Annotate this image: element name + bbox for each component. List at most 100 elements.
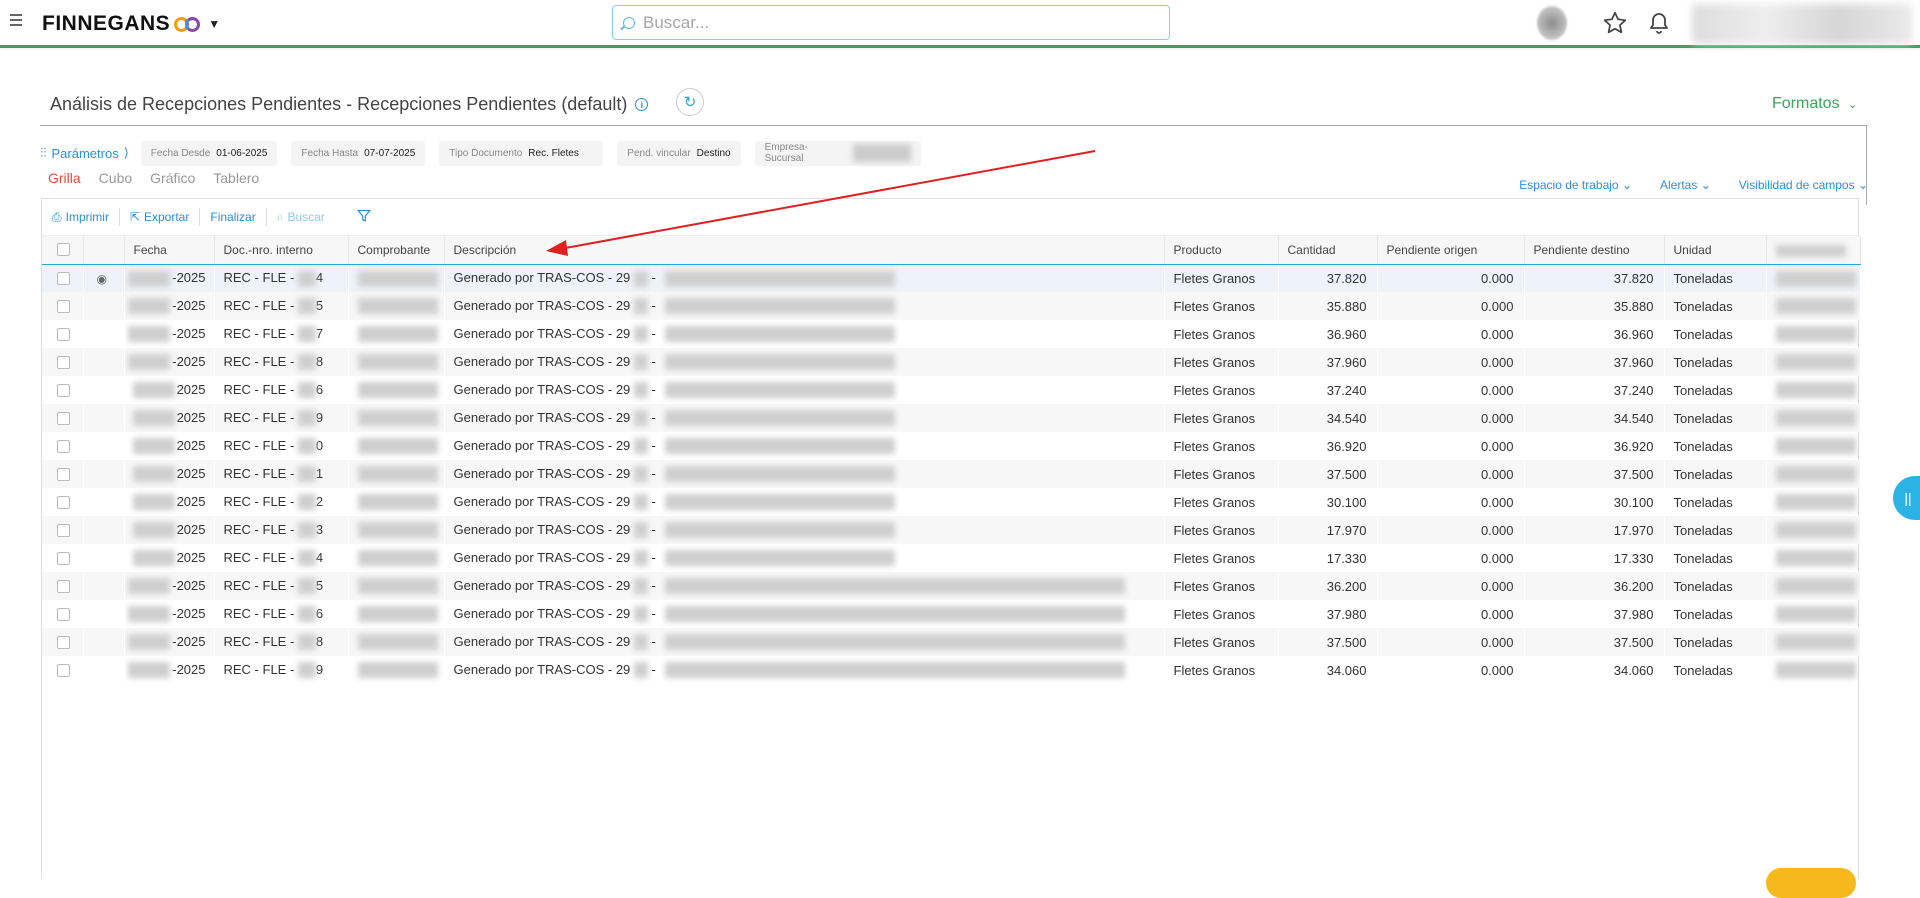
row-view-cell[interactable]	[83, 516, 124, 544]
column-header[interactable]: Unidad	[1664, 236, 1767, 265]
row-view-cell[interactable]	[83, 656, 124, 684]
alerts-link[interactable]: Alertas ⌄	[1646, 178, 1711, 192]
row-select-cell[interactable]	[42, 264, 83, 292]
global-search[interactable]	[612, 5, 1170, 40]
row-view-cell[interactable]	[83, 320, 124, 348]
refresh-icon[interactable]: ↻	[676, 88, 704, 116]
table-row[interactable]: -2025 REC - FLE - 6 Generado por TRAS-COS …	[42, 600, 1860, 628]
column-header[interactable]: Descripción	[444, 236, 1165, 265]
column-header[interactable]: Fecha	[124, 236, 215, 265]
row-select-cell[interactable]	[42, 404, 83, 432]
row-select-cell[interactable]	[42, 320, 83, 348]
row-select-cell[interactable]	[42, 488, 83, 516]
row-select-cell[interactable]	[42, 544, 83, 572]
row-view-cell[interactable]	[83, 460, 124, 488]
param-tipo-documento[interactable]: Tipo Documento Rec. Fletes	[439, 140, 604, 166]
row-select-cell[interactable]	[42, 572, 83, 600]
app-logo[interactable]: FINNEGANS ▼	[42, 12, 221, 36]
info-icon[interactable]: i	[635, 98, 649, 111]
row-checkbox[interactable]	[57, 271, 70, 285]
table-row[interactable]: 2025 REC - FLE - 6 Generado por TRAS-COS -…	[42, 376, 1860, 404]
export-button[interactable]: ⇱ Exportar	[120, 208, 201, 226]
row-checkbox[interactable]	[57, 607, 70, 621]
row-checkbox[interactable]	[57, 355, 70, 369]
column-header[interactable]: Comprobante	[348, 236, 445, 265]
row-select-cell[interactable]	[42, 348, 83, 376]
table-row[interactable]: 2025 REC - FLE - 1 Generado por TRAS-COS -…	[42, 460, 1860, 488]
column-header[interactable]: Pendiente origen	[1377, 236, 1525, 265]
user-menu[interactable]	[1692, 4, 1912, 44]
row-select-cell[interactable]	[42, 600, 83, 628]
grid-search-button[interactable]: ⌕ Buscar	[267, 208, 335, 226]
filter-icon[interactable]	[357, 209, 371, 226]
table-row[interactable]: 2025 REC - FLE - 3 Generado por TRAS-COS -…	[42, 516, 1860, 544]
side-panel-handle[interactable]: ||	[1893, 476, 1920, 520]
row-checkbox[interactable]	[57, 439, 70, 453]
column-header[interactable]: Doc.-nro. interno	[214, 236, 349, 265]
row-select-cell[interactable]	[42, 628, 83, 656]
row-view-cell[interactable]	[83, 572, 124, 600]
column-header[interactable]: Producto	[1164, 236, 1279, 265]
row-checkbox[interactable]	[57, 411, 70, 425]
row-view-cell[interactable]	[83, 600, 124, 628]
row-select-cell[interactable]	[42, 460, 83, 488]
formats-dropdown[interactable]: Formatos ⌄	[1772, 95, 1857, 113]
eye-icon[interactable]: ◉	[97, 272, 107, 286]
table-row[interactable]: 2025 REC - FLE - 4 Generado por TRAS-COS -…	[42, 544, 1860, 572]
row-checkbox[interactable]	[57, 663, 70, 677]
row-select-cell[interactable]	[42, 376, 83, 404]
parameters-toggle[interactable]: ⫶⫶ Parámetros ⟩	[40, 145, 129, 161]
row-checkbox[interactable]	[57, 635, 70, 649]
bell-icon[interactable]	[1644, 8, 1674, 38]
row-checkbox[interactable]	[57, 383, 70, 397]
row-view-cell[interactable]	[83, 628, 124, 656]
row-view-cell[interactable]	[83, 488, 124, 516]
row-view-cell[interactable]	[83, 544, 124, 572]
chevron-down-icon[interactable]: ▼	[208, 17, 220, 31]
row-select-cell[interactable]	[42, 292, 83, 320]
tab-grafico[interactable]: Gráfico	[150, 170, 195, 186]
field-visibility-link[interactable]: Visibilidad de campos ⌄	[1725, 178, 1868, 192]
workspace-link[interactable]: Espacio de trabajo ⌄	[1505, 178, 1632, 192]
row-view-cell[interactable]	[83, 348, 124, 376]
table-row[interactable]: -2025 REC - FLE - 8 Generado por TRAS-COS …	[42, 628, 1860, 656]
row-view-cell[interactable]	[83, 404, 124, 432]
table-row[interactable]: -2025 REC - FLE - 5 Generado por TRAS-COS …	[42, 292, 1860, 320]
param-empresa-sucursal[interactable]: Empresa-Sucursal	[754, 140, 921, 166]
row-select-cell[interactable]	[42, 656, 83, 684]
table-row[interactable]: ◉ -2025 REC - FLE - 4 Generado por TRAS-COS…	[42, 264, 1860, 292]
param-fecha-desde[interactable]: Fecha Desde 01-06-2025	[140, 140, 278, 166]
table-row[interactable]: -2025 REC - FLE - 7 Generado por TRAS-COS …	[42, 320, 1860, 348]
select-all-checkbox[interactable]	[57, 243, 70, 257]
row-view-cell[interactable]	[83, 432, 124, 460]
table-row[interactable]: 2025 REC - FLE - 2 Generado por TRAS-COS -…	[42, 488, 1860, 516]
help-button[interactable]	[1766, 868, 1856, 898]
row-checkbox[interactable]	[57, 551, 70, 565]
table-row[interactable]: -2025 REC - FLE - 9 Generado por TRAS-COS …	[42, 656, 1860, 684]
table-row[interactable]: 2025 REC - FLE - 9 Generado por TRAS-COS -…	[42, 404, 1860, 432]
row-checkbox[interactable]	[57, 327, 70, 341]
row-select-cell[interactable]	[42, 432, 83, 460]
table-row[interactable]: -2025 REC - FLE - 5 Generado por TRAS-COS …	[42, 572, 1860, 600]
column-header-redacted[interactable]	[1766, 236, 1861, 265]
row-checkbox[interactable]	[57, 579, 70, 593]
param-fecha-hasta[interactable]: Fecha Hasta 07-07-2025	[291, 140, 426, 166]
row-checkbox[interactable]	[57, 495, 70, 509]
row-view-cell[interactable]	[83, 376, 124, 404]
tab-cubo[interactable]: Cubo	[99, 170, 132, 186]
row-checkbox[interactable]	[57, 523, 70, 537]
table-row[interactable]: 2025 REC - FLE - 0 Generado por TRAS-COS -…	[42, 432, 1860, 460]
tab-grilla[interactable]: Grilla	[48, 170, 81, 186]
select-all-cell[interactable]	[42, 236, 84, 265]
row-select-cell[interactable]	[42, 516, 83, 544]
param-pend-vincular[interactable]: Pend. vincular Destino	[617, 140, 741, 166]
star-icon[interactable]	[1600, 8, 1630, 38]
row-view-cell[interactable]	[83, 292, 124, 320]
column-header[interactable]: Pendiente destino	[1524, 236, 1665, 265]
print-button[interactable]: ⎙ Imprimir	[52, 208, 120, 226]
app-badge-icon[interactable]	[1537, 6, 1567, 40]
column-header[interactable]: Cantidad	[1278, 236, 1378, 265]
table-row[interactable]: -2025 REC - FLE - 8 Generado por TRAS-COS …	[42, 348, 1860, 376]
row-checkbox[interactable]	[57, 467, 70, 481]
finish-button[interactable]: Finalizar	[200, 208, 267, 226]
